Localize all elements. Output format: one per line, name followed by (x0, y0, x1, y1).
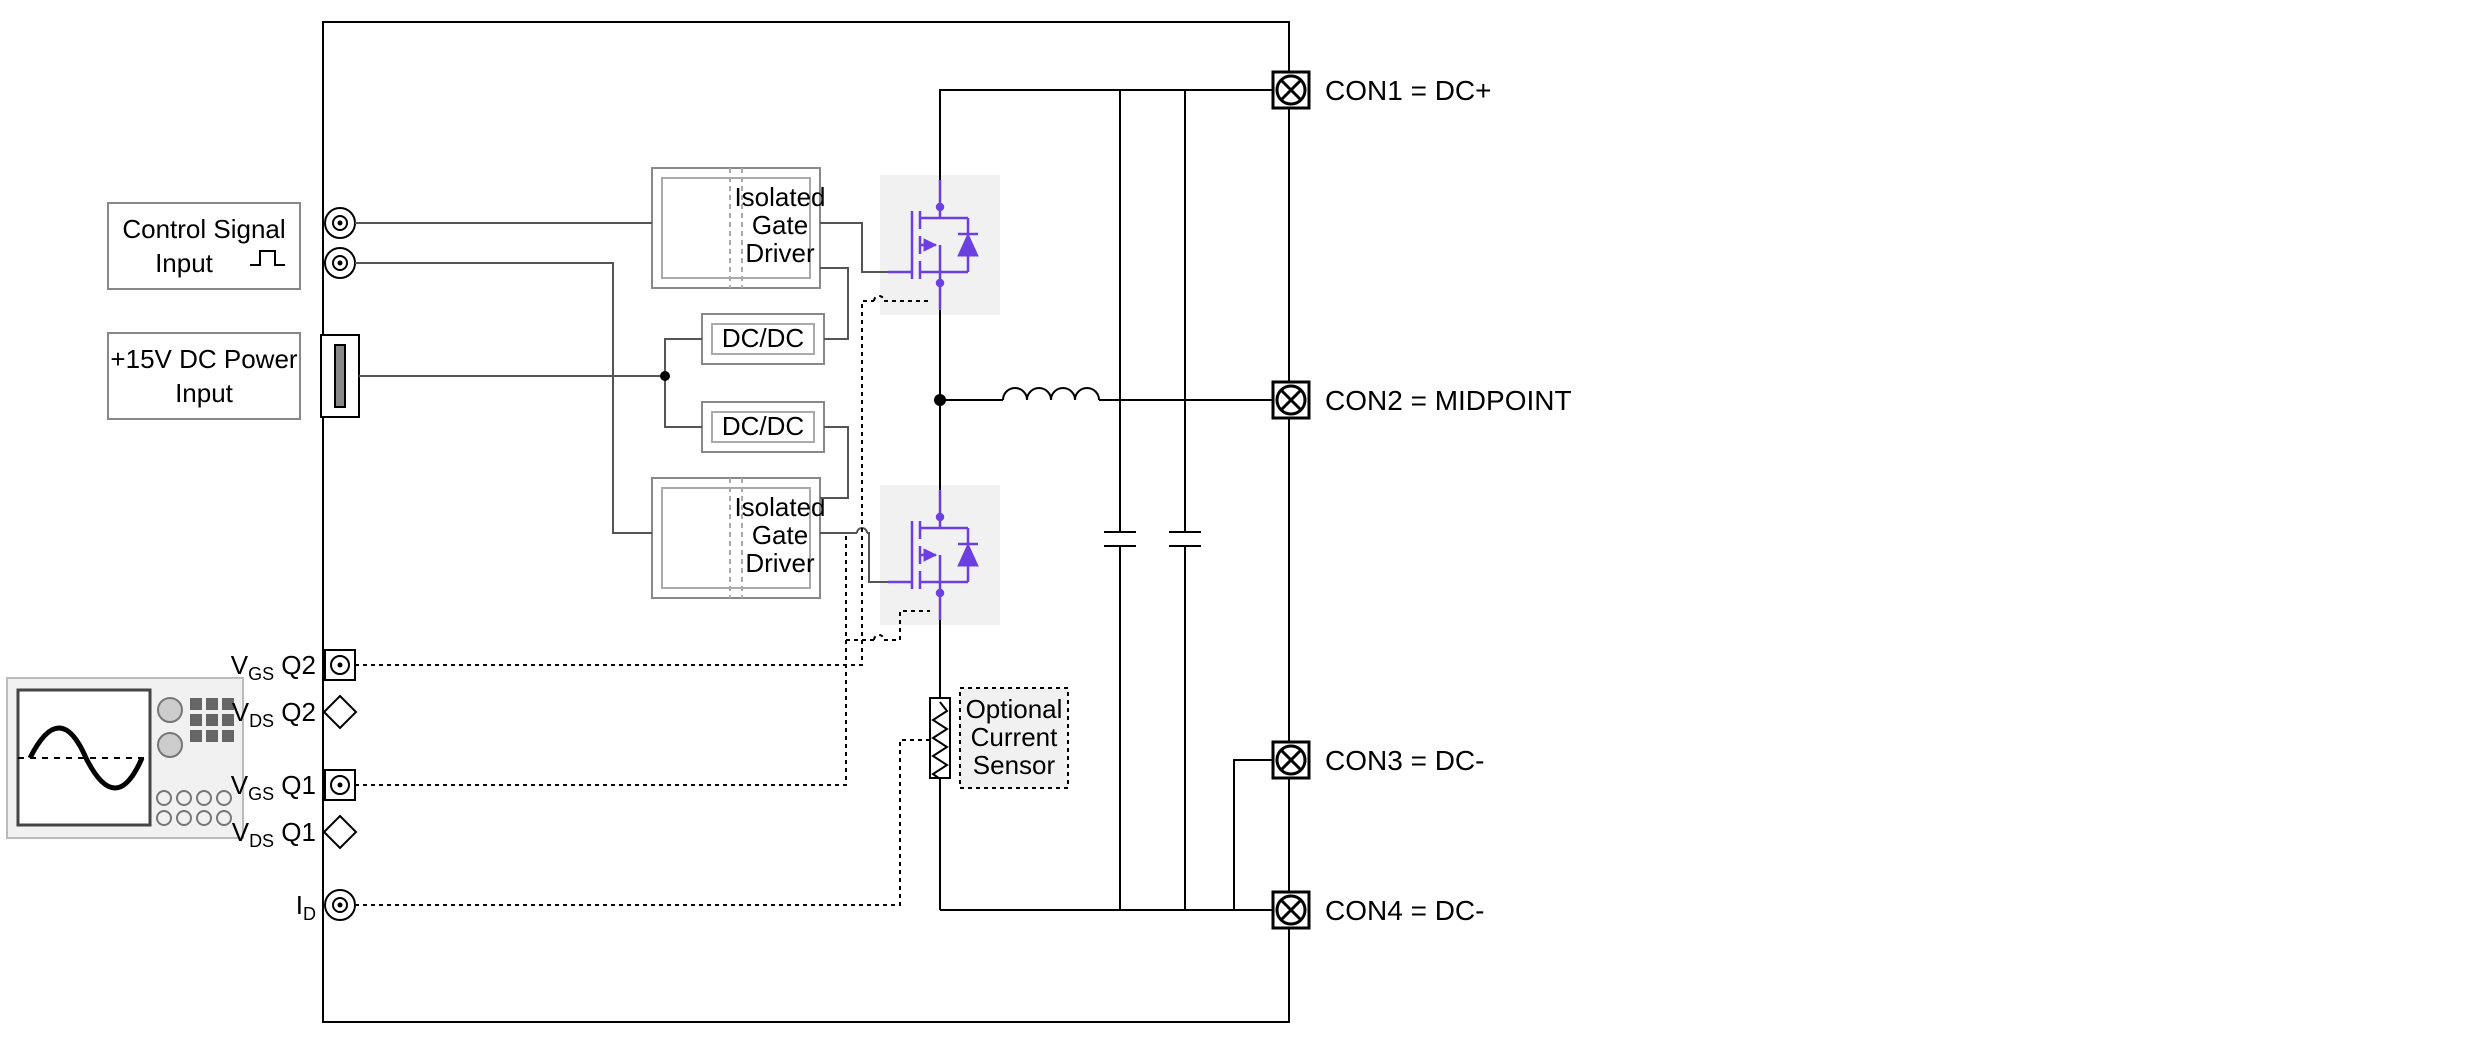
wire-driver-bottom-to-gate (820, 533, 888, 582)
svg-text:VGS Q1: VGS Q1 (231, 770, 316, 804)
svg-text:+15V DC Power: +15V DC Power (110, 344, 297, 374)
svg-text:Sensor: Sensor (973, 750, 1056, 780)
optional-current-sensor: Optional Current Sensor (930, 688, 1068, 788)
svg-text:Current: Current (971, 722, 1058, 752)
svg-text:Isolated: Isolated (734, 492, 825, 522)
svg-text:Input: Input (155, 248, 214, 278)
svg-text:Driver: Driver (745, 238, 815, 268)
wire-pwr-junction (660, 371, 670, 381)
probe-vgs-q2: VGS Q2 (231, 650, 355, 684)
probe-vgs-q1: VGS Q1 (231, 770, 355, 804)
connector-con4: CON4 = DC- (1273, 892, 1484, 928)
svg-text:VDS Q1: VDS Q1 (232, 817, 316, 851)
connector-con1: CON1 = DC+ (1273, 72, 1492, 108)
power-header (321, 335, 359, 417)
isolated-gate-driver-top: Isolated Gate Driver (652, 168, 826, 288)
svg-text:Isolated: Isolated (734, 182, 825, 212)
svg-text:Gate: Gate (752, 210, 808, 240)
probe-id: ID (296, 890, 355, 924)
svg-text:Optional: Optional (966, 694, 1063, 724)
wire-pwr-to-dcdc-top (359, 339, 702, 376)
isolated-gate-driver-bottom: Isolated Gate Driver (652, 478, 826, 598)
svg-text:VDS Q2: VDS Q2 (232, 697, 316, 731)
svg-text:DC/DC: DC/DC (722, 323, 804, 353)
inductor (1003, 388, 1099, 400)
capacitor-right (1169, 400, 1201, 910)
dcdc-bottom: DC/DC (702, 402, 824, 452)
probe-vds-q2: VDS Q2 (232, 696, 356, 731)
svg-text:DC/DC: DC/DC (722, 411, 804, 441)
svg-text:ID: ID (296, 890, 316, 924)
probe-vds-q1: VDS Q1 (232, 816, 356, 851)
block-diagram: Control Signal Input +15V DC Power Input (0, 0, 2480, 1043)
power-input-block: +15V DC Power Input (108, 333, 300, 419)
connector-con3: CON3 = DC- (1273, 742, 1484, 778)
wire-driver-top-to-gate (820, 223, 888, 272)
control-signal-bnc-connectors (325, 208, 355, 278)
dcdc-top: DC/DC (702, 314, 824, 364)
capacitor-left (1104, 400, 1136, 910)
svg-text:Gate: Gate (752, 520, 808, 550)
svg-text:CON1 = DC+: CON1 = DC+ (1325, 75, 1492, 106)
svg-text:VGS Q2: VGS Q2 (231, 650, 316, 684)
control-signal-input-block: Control Signal Input (108, 203, 300, 289)
svg-text:Driver: Driver (745, 548, 815, 578)
svg-text:Control Signal: Control Signal (122, 214, 285, 244)
wire-ctrl-to-bottom-driver (355, 263, 652, 533)
wire-pwr-to-dcdc-bottom (665, 376, 702, 427)
connector-con2: CON2 = MIDPOINT (1273, 382, 1572, 418)
svg-text:CON2 = MIDPOINT: CON2 = MIDPOINT (1325, 385, 1572, 416)
wire-dc-plus-rail (940, 90, 1273, 180)
dash-vgs-q1 (355, 533, 930, 785)
svg-text:CON3 = DC-: CON3 = DC- (1325, 745, 1484, 776)
svg-text:Input: Input (175, 378, 234, 408)
svg-text:CON4 = DC-: CON4 = DC- (1325, 895, 1484, 926)
dash-id (355, 740, 930, 905)
oscilloscope (7, 678, 243, 838)
dash-vgs-q2 (355, 301, 930, 665)
